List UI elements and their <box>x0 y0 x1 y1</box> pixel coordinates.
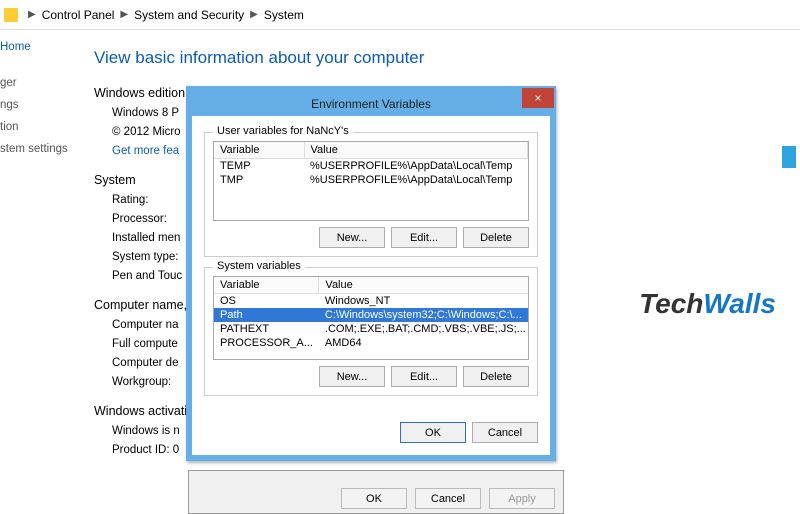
breadcrumb-item[interactable]: Control Panel <box>42 8 115 22</box>
table-row[interactable]: PATHEXT.COM;.EXE;.BAT;.CMD;.VBS;.VBE;.JS… <box>214 322 529 336</box>
cell-variable: Path <box>214 308 319 322</box>
sidebar-item[interactable]: ger <box>0 72 74 94</box>
sys-edit-button[interactable]: Edit... <box>391 366 457 387</box>
ok-button[interactable]: OK <box>341 488 407 509</box>
brand-text: Tech <box>639 288 703 319</box>
cell-variable: OS <box>214 294 319 309</box>
cell-variable: TMP <box>214 173 304 187</box>
system-variables-list[interactable]: VariableValue▴ OSWindows_NTPathC:\Window… <box>213 276 529 360</box>
sidebar-home[interactable]: Home <box>0 36 74 58</box>
table-row[interactable]: PROCESSOR_A...AMD64 <box>214 336 529 350</box>
user-variables-group: User variables for NaNcY's VariableValue… <box>204 132 538 257</box>
sidebar-item[interactable]: tion <box>0 116 74 138</box>
user-edit-button[interactable]: Edit... <box>391 227 457 248</box>
cell-value: %USERPROFILE%\AppData\Local\Temp <box>304 159 528 174</box>
windows-logo-icon <box>782 146 796 168</box>
group-label: System variables <box>213 260 305 272</box>
sidebar: Home ger ngs tion stem settings <box>0 30 80 514</box>
chevron-right-icon[interactable]: ▶ <box>120 9 128 20</box>
close-button[interactable]: × <box>522 88 554 108</box>
breadcrumb-item[interactable]: System <box>264 8 304 22</box>
sidebar-item[interactable]: stem settings <box>0 138 74 160</box>
environment-variables-dialog: Environment Variables × User variables f… <box>186 86 556 461</box>
col-variable[interactable]: Variable <box>214 142 304 159</box>
page-title: View basic information about your comput… <box>94 48 800 68</box>
cell-value: Windows_NT <box>319 294 529 309</box>
user-delete-button[interactable]: Delete <box>463 227 529 248</box>
cell-variable: PROCESSOR_A... <box>214 336 319 350</box>
cancel-button[interactable]: Cancel <box>415 488 481 509</box>
cell-value: .COM;.EXE;.BAT;.CMD;.VBS;.VBE;.JS;... <box>319 322 529 336</box>
col-variable[interactable]: Variable <box>214 277 319 294</box>
cell-value: AMD64 <box>319 336 529 350</box>
brand-watermark: TechWalls <box>639 288 776 321</box>
breadcrumb-item[interactable]: System and Security <box>134 8 244 22</box>
folder-icon <box>4 8 18 22</box>
table-row[interactable]: OSWindows_NT <box>214 294 529 309</box>
sys-new-button[interactable]: New... <box>319 366 385 387</box>
brand-text: Walls <box>703 288 776 319</box>
system-variables-group: System variables VariableValue▴ OSWindow… <box>204 267 538 396</box>
table-row[interactable]: TMP%USERPROFILE%\AppData\Local\Temp <box>214 173 528 187</box>
table-row[interactable]: PathC:\Windows\system32;C:\Windows;C:\..… <box>214 308 529 322</box>
dialog-title: Environment Variables <box>311 97 431 111</box>
breadcrumb: ▶ Control Panel ▶ System and Security ▶ … <box>0 0 800 30</box>
cell-value: %USERPROFILE%\AppData\Local\Temp <box>304 173 528 187</box>
close-icon: × <box>534 91 541 105</box>
sidebar-item[interactable]: ngs <box>0 94 74 116</box>
cell-variable: TEMP <box>214 159 304 174</box>
user-variables-list[interactable]: VariableValue TEMP%USERPROFILE%\AppData\… <box>213 141 529 221</box>
cancel-button[interactable]: Cancel <box>472 422 538 443</box>
ok-button[interactable]: OK <box>400 422 466 443</box>
chevron-right-icon[interactable]: ▶ <box>28 9 36 20</box>
col-value[interactable]: Value <box>319 277 529 294</box>
col-value[interactable]: Value <box>304 142 528 159</box>
group-label: User variables for NaNcY's <box>213 125 353 137</box>
sys-delete-button[interactable]: Delete <box>463 366 529 387</box>
cell-value: C:\Windows\system32;C:\Windows;C:\... <box>319 308 529 322</box>
apply-button[interactable]: Apply <box>489 488 555 509</box>
chevron-right-icon[interactable]: ▶ <box>250 9 258 20</box>
table-row[interactable]: TEMP%USERPROFILE%\AppData\Local\Temp <box>214 159 528 174</box>
user-new-button[interactable]: New... <box>319 227 385 248</box>
system-properties-dialog: OK Cancel Apply <box>188 470 564 514</box>
cell-variable: PATHEXT <box>214 322 319 336</box>
dialog-titlebar[interactable]: Environment Variables × <box>192 92 550 116</box>
